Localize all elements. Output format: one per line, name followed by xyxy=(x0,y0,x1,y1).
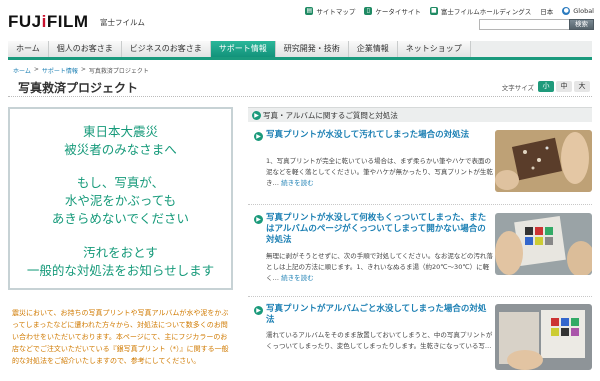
faq-section-title: 写真・アルバムに関するご質問と対処法 xyxy=(263,111,398,120)
faq-item: ▶ 写真プリントが水没して汚れてしまった場合の対処法 1、写真プリントが完全に乾… xyxy=(248,130,592,198)
util-link-label: 富士フイルムホールディングス xyxy=(440,8,532,16)
nav-item-shop[interactable]: ネットショップ xyxy=(397,41,471,57)
global-nav: ホーム 個人のお客さま ビジネスのお客さま サポート情報 研究開発・技術 企業情… xyxy=(8,41,592,60)
logo-japanese-name: 富士フイルム xyxy=(100,18,145,27)
divider xyxy=(248,296,592,297)
breadcrumb-home[interactable]: ホーム xyxy=(13,66,31,75)
arrow-right-icon: ▶ xyxy=(254,215,263,224)
read-more-link[interactable]: 続きを読む xyxy=(281,179,314,187)
nav-item-support[interactable]: サポート情報 xyxy=(210,41,276,57)
faq-item-body: 濡れているアルバムをそのまま放置しておいてしまうと、中の写真プリントがくっついて… xyxy=(266,330,494,352)
nav-item-home[interactable]: ホーム xyxy=(8,41,49,57)
message-line: 被災者のみなさまへ xyxy=(64,142,177,157)
faq-item: ▶ 写真プリントがアルバムごと水没してしまった場合の対処法 濡れているアルバムを… xyxy=(248,304,592,381)
mobile-icon: ▯ xyxy=(364,7,373,15)
globe-icon: ● xyxy=(562,7,571,15)
message-line: あきらめないでください xyxy=(51,211,190,226)
page-title-row: 写真救済プロジェクト 文字サイズ 小 中 大 xyxy=(8,77,592,97)
font-size-switcher: 文字サイズ 小 中 大 xyxy=(502,81,590,92)
faq-item-title-link[interactable]: 写真プリントが水没して汚れてしまった場合の対処法 xyxy=(266,130,494,141)
holdings-icon: ■ xyxy=(429,7,438,15)
breadcrumb-support[interactable]: サポート情報 xyxy=(42,66,78,75)
photo-mud-thumbnail[interactable] xyxy=(495,130,592,192)
utility-links: ▤ サイトマップ ▯ ケータイサイト ■ 富士フイルムホールディングス 日本 ●… xyxy=(305,6,594,16)
breadcrumb-separator: > xyxy=(33,66,39,73)
nav-item-personal[interactable]: 個人のお客さま xyxy=(48,41,122,57)
nav-item-business[interactable]: ビジネスのお客さま xyxy=(121,41,211,57)
thumbnail-image xyxy=(495,304,592,370)
util-link-label: サイトマップ xyxy=(316,8,356,16)
arrow-right-icon: ▶ xyxy=(254,306,263,315)
photo-album-thumbnail[interactable] xyxy=(495,304,592,370)
faq-item-body: 無理に剥がそうとせずに、次の手順で対処してください。なお泥などの汚れ落としは上記… xyxy=(266,251,494,284)
util-link-holdings[interactable]: ■ 富士フイルムホールディングス xyxy=(429,6,532,16)
util-link-label: 日本 xyxy=(540,8,554,16)
logo-text-post: FILM xyxy=(46,12,89,31)
sitemap-icon: ▤ xyxy=(305,7,314,15)
font-size-medium-button[interactable]: 中 xyxy=(556,81,572,92)
font-size-large-button[interactable]: 大 xyxy=(574,81,590,92)
photo-stuck-thumbnail[interactable] xyxy=(495,213,592,275)
search-input[interactable] xyxy=(479,19,569,30)
message-line: 汚れをおとす xyxy=(83,245,158,260)
nav-item-research[interactable]: 研究開発・技術 xyxy=(275,41,349,57)
faq-item-excerpt: 濡れているアルバムをそのまま放置しておいてしまうと、中の写真プリントがくっついて… xyxy=(266,331,493,350)
faq-item-title-link[interactable]: 写真プリントがアルバムごと水没してしまった場合の対処法 xyxy=(266,304,494,326)
util-link-global[interactable]: ● Global xyxy=(562,7,594,15)
message-line: 東日本大震災 xyxy=(82,124,158,139)
intro-text: 震災において、お持ちの写真プリントや写真アルバムが水や泥をかぶってしまったなどに… xyxy=(12,309,229,365)
font-size-label: 文字サイズ xyxy=(501,83,534,92)
site-search: 検索 xyxy=(479,19,594,30)
font-size-small-button[interactable]: 小 xyxy=(538,81,554,92)
util-link-sitemap[interactable]: ▤ サイトマップ xyxy=(305,6,355,16)
faq-section-header: ▶ 写真・アルバムに関するご質問と対処法 xyxy=(248,107,592,122)
logo-text-pre: FUJ xyxy=(8,12,42,31)
arrow-right-icon: ▶ xyxy=(254,132,263,141)
message-line: 一般的な対処法をお知らせします xyxy=(26,263,215,278)
site-header: FUJiFILM 富士フイルム ▤ サイトマップ ▯ ケータイサイト ■ 富士フ… xyxy=(0,0,600,40)
message-line: 水や泥をかぶっても xyxy=(64,193,177,208)
read-more-link[interactable]: 続きを読む xyxy=(281,274,314,282)
message-line: もし、写真が、 xyxy=(76,175,165,190)
breadcrumb: ホーム > サポート情報 > 写真救済プロジェクト xyxy=(13,66,149,75)
divider xyxy=(248,204,592,205)
util-link-label: ケータイサイト xyxy=(375,8,421,16)
util-link-label: Global xyxy=(573,7,594,15)
message-box: 東日本大震災 被災者のみなさまへ もし、写真が、 水や泥をかぶっても あきらめな… xyxy=(8,107,233,290)
faq-item: ▶ 写真プリントが水没して何枚もくっついてしまった、またはアルバムのページがくっ… xyxy=(248,213,592,289)
thumbnail-image xyxy=(495,130,592,192)
nav-item-corporate[interactable]: 企業情報 xyxy=(348,41,398,57)
util-link-japan[interactable]: 日本 xyxy=(540,6,553,16)
faq-item-title-link[interactable]: 写真プリントが水没して何枚もくっついてしまった、またはアルバムのページがくっつい… xyxy=(266,213,494,246)
faq-item-body: 1、写真プリントが完全に乾いている場合は、まず柔らかい筆やハケで表面の泥などを軽… xyxy=(266,156,494,189)
thumbnail-image xyxy=(495,213,592,275)
breadcrumb-current: 写真救済プロジェクト xyxy=(88,68,149,75)
arrow-right-icon: ▶ xyxy=(252,111,261,120)
breadcrumb-separator: > xyxy=(80,66,86,73)
util-link-mobile[interactable]: ▯ ケータイサイト xyxy=(364,6,421,16)
fujifilm-logo[interactable]: FUJiFILM xyxy=(8,12,89,32)
page-title: 写真救済プロジェクト xyxy=(18,81,139,95)
search-button[interactable]: 検索 xyxy=(569,19,594,30)
